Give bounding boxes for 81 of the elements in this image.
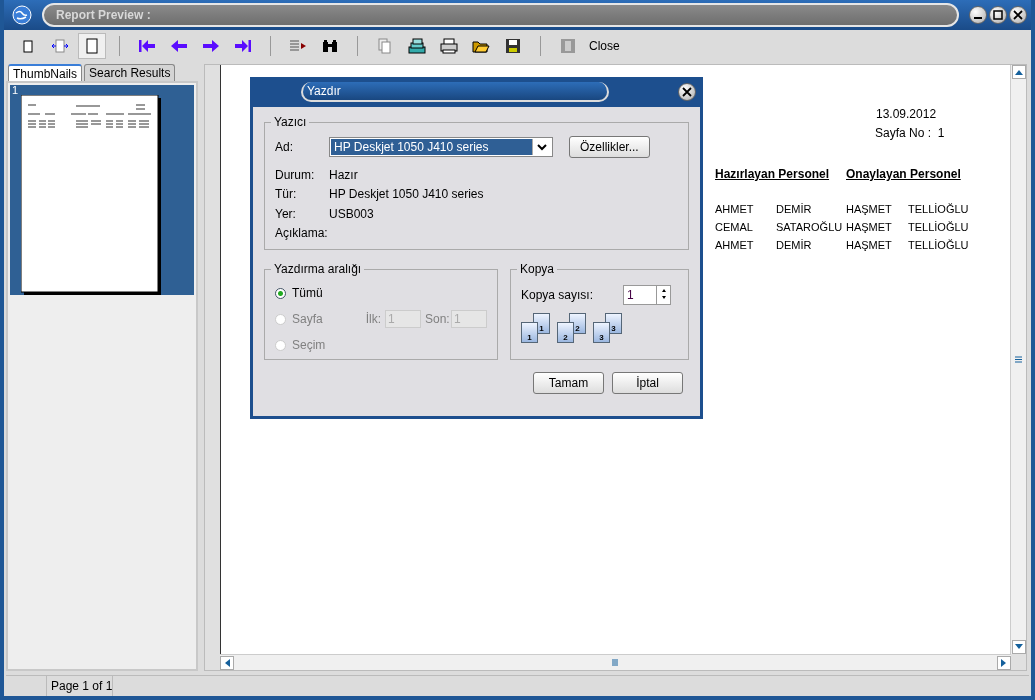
copy-icon [378, 38, 392, 54]
paper-stack-icon [408, 38, 426, 54]
field-label: Durum: [275, 167, 316, 182]
full-page-icon [85, 38, 99, 54]
table-cell-text: TELLİOĞLU [908, 239, 970, 251]
column-heading: Hazırlayan Personel [715, 167, 831, 181]
scroll-grip-icon[interactable] [612, 659, 619, 666]
table-cell-text: HAŞMET [846, 239, 893, 251]
first-page-icon [138, 39, 156, 53]
printer-dropdown[interactable]: HP Deskjet 1050 J410 series [329, 137, 553, 157]
field-label: İlk: [364, 312, 381, 326]
scroll-right-button[interactable] [997, 655, 1011, 670]
report-date: 13.09.2012 [876, 107, 937, 121]
field-value: HP Deskjet 1050 J410 series [329, 187, 484, 202]
horizontal-scrollbar[interactable] [220, 654, 1011, 670]
globe-icon [12, 5, 32, 25]
close-icon [1013, 10, 1023, 20]
scroll-down-button[interactable] [1011, 640, 1026, 654]
last-page-icon [234, 39, 252, 53]
field-label: Son: [425, 312, 447, 326]
table-cell-text: TELLİOĞLU [908, 203, 970, 215]
arrow-left-icon [170, 39, 188, 53]
page-thumbnail[interactable]: 1 [10, 85, 194, 295]
copies-spinner[interactable]: 1 [623, 285, 672, 305]
vertical-scrollbar[interactable] [1010, 65, 1026, 654]
table-cell-text: AHMET [715, 203, 755, 215]
ok-button[interactable]: Tamam [533, 372, 604, 394]
properties-button[interactable]: Özellikler... [569, 136, 650, 158]
table-cell-text: AHMET [715, 239, 755, 251]
close-button[interactable] [1009, 6, 1027, 24]
thumbnail-number: 1 [12, 85, 20, 95]
column-heading: Onaylayan Personel [846, 167, 962, 181]
chevron-down-icon [537, 143, 547, 151]
table-cell-text: DEMİR [776, 239, 813, 251]
arrow-right-icon [202, 39, 220, 53]
table-cell-text: HAŞMET [846, 203, 893, 215]
radio-option[interactable]: Tümü [275, 286, 355, 300]
door-icon [560, 38, 576, 54]
close-text-button[interactable]: Close [586, 33, 623, 59]
sidebar-tab[interactable]: Search Results [84, 64, 176, 81]
table-cell-text: DEMİR [776, 203, 813, 215]
scroll-grip-icon[interactable] [1015, 356, 1022, 363]
triangle-down-icon [1014, 644, 1023, 650]
table-cell-text: TELLİOĞLU [908, 221, 970, 233]
field-value: USB003 [329, 206, 374, 221]
table-cell-text: SATAROĞLU [776, 221, 844, 233]
group-label: Kopya [519, 262, 556, 276]
window-title: Report Preview : [42, 3, 959, 27]
field-value: Hazır [329, 167, 358, 182]
close-button[interactable] [678, 83, 696, 101]
full-page-button[interactable] [78, 33, 106, 59]
field-label: Yer: [275, 206, 297, 221]
triangle-up-icon [1014, 69, 1023, 75]
group-label: Yazıcı [273, 115, 308, 129]
dialog-title: Yazdır [301, 82, 609, 102]
cancel-button[interactable]: İptal [612, 372, 683, 394]
table-cell-text: HAŞMET [846, 221, 893, 233]
page-icon [22, 39, 34, 53]
triangle-right-icon [1001, 658, 1007, 667]
field-label: Ad: [275, 140, 294, 154]
page-width-icon [52, 39, 68, 53]
field-label: Kopya sayısı: [521, 288, 594, 302]
table-cell-text: CEMAL [715, 221, 754, 233]
scroll-left-button[interactable] [220, 655, 234, 670]
maximize-button[interactable] [989, 6, 1007, 24]
field-label: Açıklama: [275, 226, 329, 241]
page-count-text: Page 1 of 1 [47, 676, 114, 696]
lines-arrow-icon [289, 39, 307, 53]
group-label: Yazdırma aralığı [273, 262, 363, 276]
maximize-icon [993, 10, 1003, 20]
printer-icon [440, 38, 458, 54]
binoculars-icon [322, 39, 338, 53]
scroll-up-button[interactable] [1011, 65, 1026, 79]
field-label: Tür: [275, 187, 298, 202]
minimize-icon [974, 17, 982, 19]
page-number-label: Sayfa No : 1 [875, 126, 945, 140]
folder-icon [472, 38, 490, 54]
triangle-left-icon [224, 658, 230, 667]
sidebar-tab[interactable]: ThumbNails [8, 64, 83, 81]
minimize-button[interactable] [969, 6, 987, 24]
close-icon [682, 87, 692, 97]
